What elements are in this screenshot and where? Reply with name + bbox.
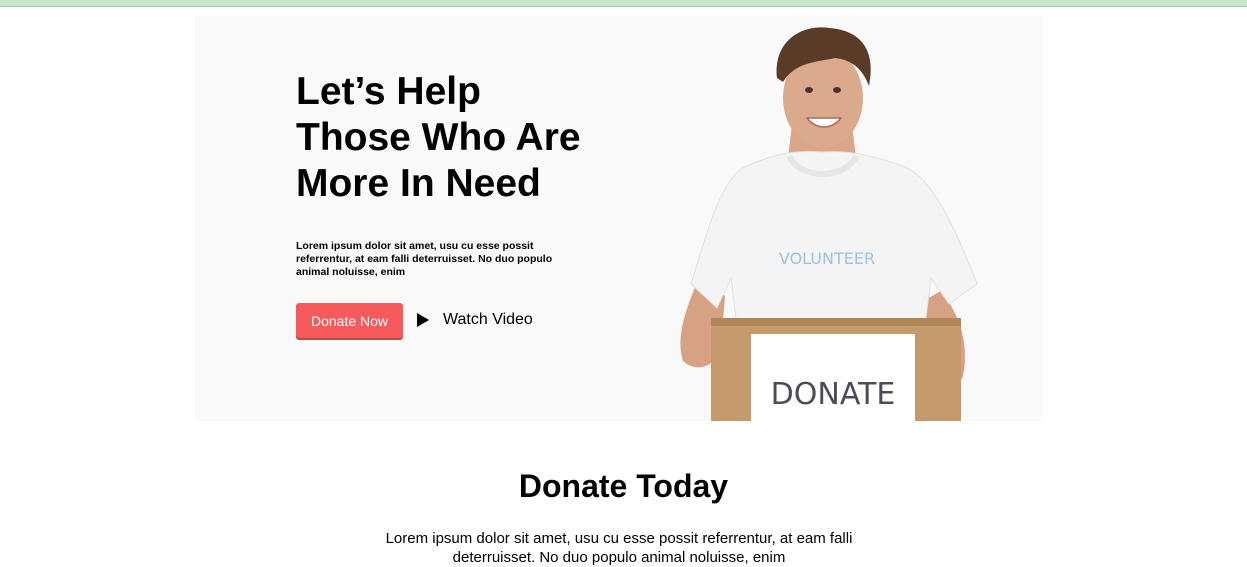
right-eye: [833, 87, 841, 93]
left-eye: [805, 87, 813, 93]
hero-banner: Let’s Help Those Who Are More In Need Lo…: [195, 16, 1043, 421]
donate-now-button[interactable]: Donate Now: [296, 303, 403, 338]
watch-video-link[interactable]: Watch Video: [417, 309, 533, 331]
section-title: Donate Today: [518, 468, 729, 504]
box-top-edge: [711, 318, 961, 326]
top-strip: [0, 0, 1247, 7]
play-icon: [417, 313, 429, 327]
section-description: Lorem ipsum dolor sit amet, usu cu esse …: [385, 530, 853, 566]
tshirt-print-text: VOLUNTEER: [779, 249, 875, 268]
volunteer-image: VOLUNTEER DONATE: [680, 27, 978, 421]
hero-description: Lorem ipsum dolor sit amet, usu cu esse …: [296, 240, 553, 278]
donate-sign-text: DONATE: [771, 377, 896, 412]
watch-video-label: Watch Video: [443, 311, 533, 328]
hero-title: Let’s Help Those Who Are More In Need: [296, 70, 581, 205]
